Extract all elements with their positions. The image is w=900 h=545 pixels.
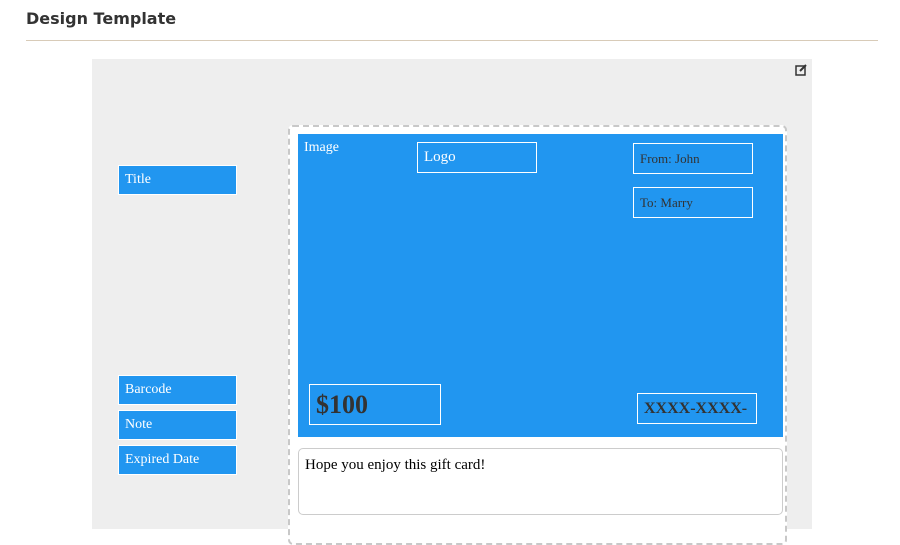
image-label: Image	[304, 140, 339, 155]
edit-icon[interactable]	[795, 63, 807, 76]
divider	[26, 40, 878, 41]
page-title: Design Template	[26, 9, 177, 28]
code-element[interactable]: XXXX-XXXX-	[637, 393, 757, 424]
from-element[interactable]: From: John	[633, 143, 753, 174]
value-element[interactable]: $100	[309, 384, 441, 425]
field-barcode[interactable]: Barcode	[118, 375, 237, 405]
field-expired-date[interactable]: Expired Date	[118, 445, 237, 475]
field-title[interactable]: Title	[118, 165, 237, 195]
to-element[interactable]: To: Marry	[633, 187, 753, 218]
logo-element[interactable]: Logo	[417, 142, 537, 173]
note-element[interactable]: Hope you enjoy this gift card!	[298, 448, 783, 515]
field-note[interactable]: Note	[118, 410, 237, 440]
